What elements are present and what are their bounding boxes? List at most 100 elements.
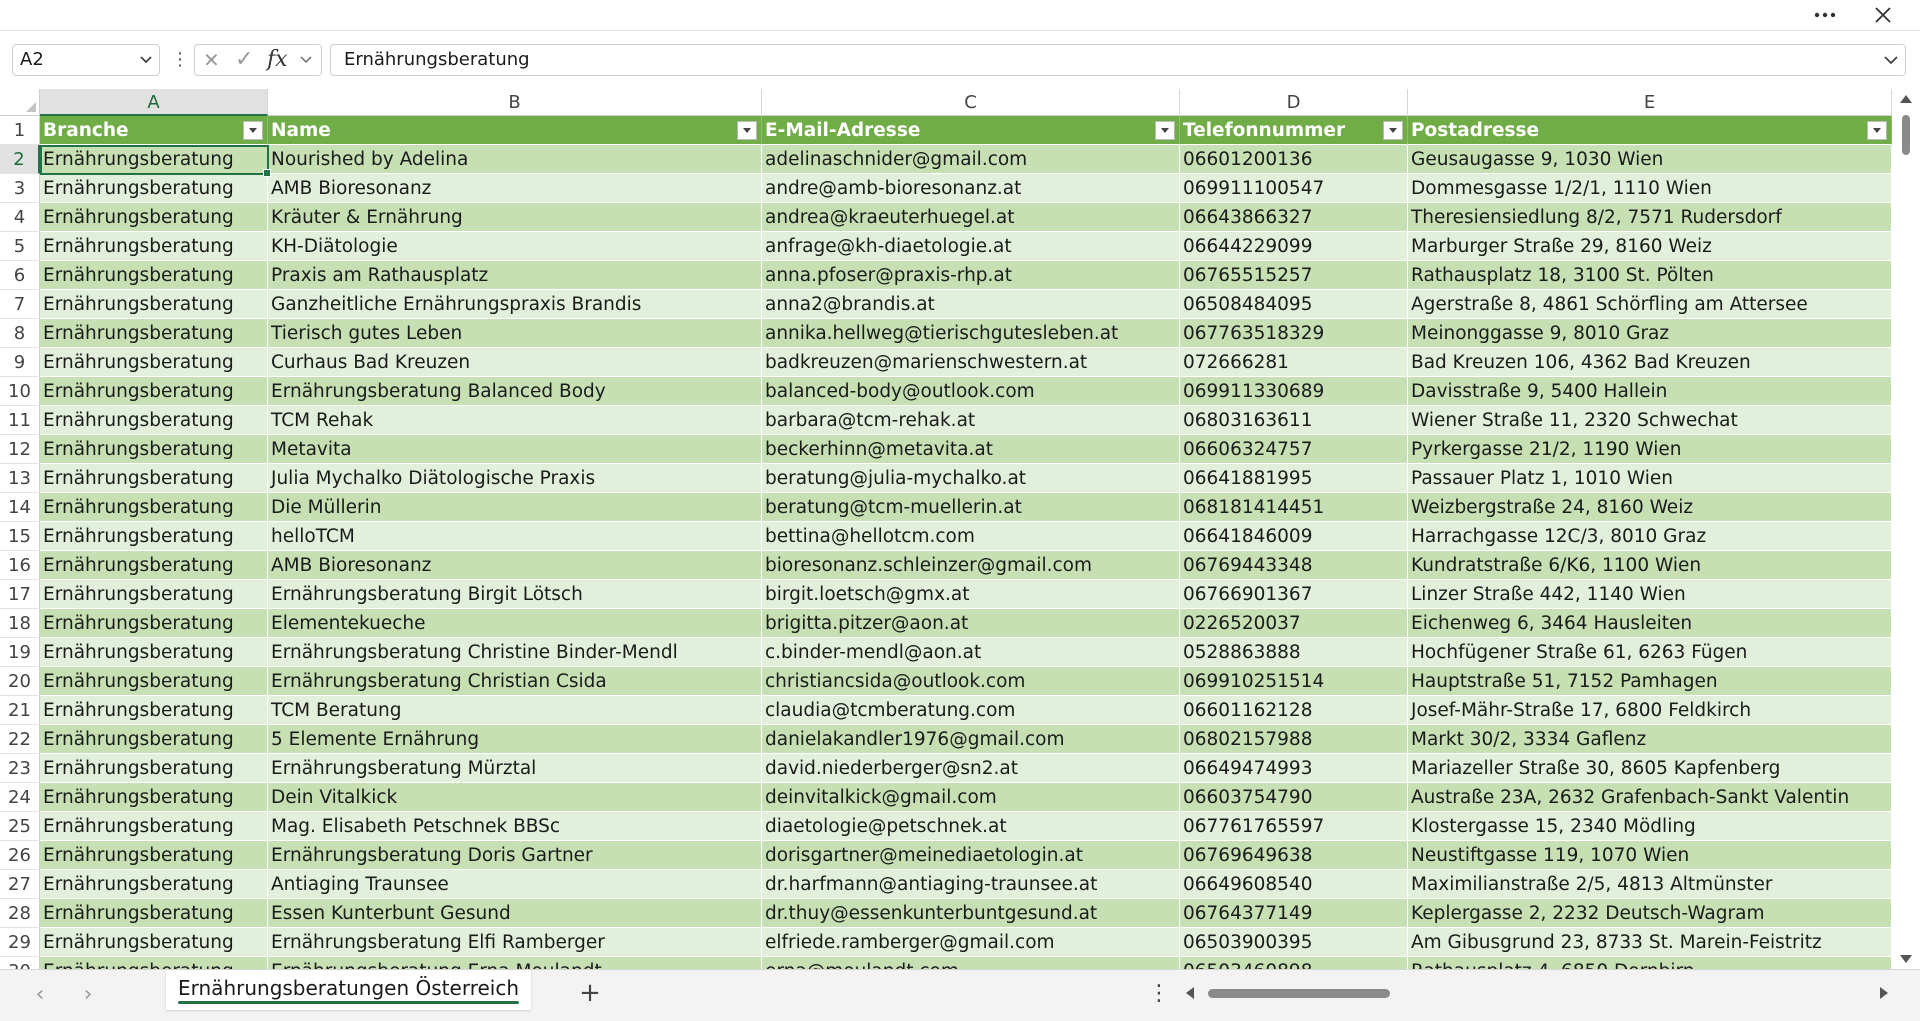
table-cell[interactable]: beratung@julia-mychalko.at xyxy=(762,464,1180,493)
table-cell[interactable]: Markt 30/2, 3334 Gaflenz xyxy=(1408,725,1892,754)
table-cell[interactable]: Ernährungsberatung xyxy=(40,841,268,870)
table-header-cell[interactable]: E-Mail-Adresse xyxy=(762,116,1180,145)
table-cell[interactable]: TCM Rehak xyxy=(268,406,762,435)
filter-dropdown-icon[interactable] xyxy=(1867,121,1887,140)
table-cell[interactable]: Eichenweg 6, 3464 Hausleiten xyxy=(1408,609,1892,638)
row-header[interactable]: 9 xyxy=(0,348,40,377)
table-cell[interactable]: Ernährungsberatung xyxy=(40,290,268,319)
row-header[interactable]: 22 xyxy=(0,725,40,754)
table-cell[interactable]: KH-Diätologie xyxy=(268,232,762,261)
close-button[interactable] xyxy=(1860,0,1906,30)
row-header[interactable]: 27 xyxy=(0,870,40,899)
table-cell[interactable]: Geusaugasse 9, 1030 Wien xyxy=(1408,145,1892,174)
table-cell[interactable]: Curhaus Bad Kreuzen xyxy=(268,348,762,377)
table-cell[interactable]: Ernährungsberatung xyxy=(40,754,268,783)
table-cell[interactable]: Ernährungsberatung xyxy=(40,609,268,638)
vertical-scroll-thumb[interactable] xyxy=(1902,115,1910,155)
table-cell[interactable]: Hauptstraße 51, 7152 Pamhagen xyxy=(1408,667,1892,696)
scroll-down-icon[interactable] xyxy=(1900,955,1912,963)
filter-dropdown-icon[interactable] xyxy=(1383,121,1403,140)
table-cell[interactable]: Ernährungsberatung xyxy=(40,957,268,969)
row-header[interactable]: 25 xyxy=(0,812,40,841)
table-cell[interactable]: Ernährungsberatung xyxy=(40,696,268,725)
table-cell[interactable]: balanced-body@outlook.com xyxy=(762,377,1180,406)
table-cell[interactable]: Mag. Elisabeth Petschnek BBSc xyxy=(268,812,762,841)
table-cell[interactable]: Marburger Straße 29, 8160 Weiz xyxy=(1408,232,1892,261)
table-cell[interactable]: 06765515257 xyxy=(1180,261,1408,290)
table-cell[interactable]: Ernährungsberatung Elfi Ramberger xyxy=(268,928,762,957)
table-cell[interactable]: TCM Beratung xyxy=(268,696,762,725)
table-cell[interactable]: Ernährungsberatung Mürztal xyxy=(268,754,762,783)
table-cell[interactable]: Ernährungsberatung Balanced Body xyxy=(268,377,762,406)
table-cell[interactable]: danielakandler1976@gmail.com xyxy=(762,725,1180,754)
table-cell[interactable]: 0528863888 xyxy=(1180,638,1408,667)
table-cell[interactable]: Praxis am Rathausplatz xyxy=(268,261,762,290)
table-cell[interactable]: Ernährungsberatung xyxy=(40,464,268,493)
table-cell[interactable]: Am Gibusgrund 23, 8733 St. Marein-Feistr… xyxy=(1408,928,1892,957)
row-header[interactable]: 3 xyxy=(0,174,40,203)
table-cell[interactable]: Ernährungsberatung xyxy=(40,406,268,435)
table-cell[interactable]: Davisstraße 9, 5400 Hallein xyxy=(1408,377,1892,406)
table-cell[interactable]: Rathausplatz 18, 3100 St. Pölten xyxy=(1408,261,1892,290)
table-cell[interactable]: 06769649638 xyxy=(1180,841,1408,870)
table-cell[interactable]: Ernährungsberatung xyxy=(40,377,268,406)
table-cell[interactable]: Ernährungsberatung xyxy=(40,145,268,174)
table-cell[interactable]: c.binder-mendl@aon.at xyxy=(762,638,1180,667)
table-cell[interactable]: 06503460898 xyxy=(1180,957,1408,969)
table-cell[interactable]: Maximilianstraße 2/5, 4813 Altmünster xyxy=(1408,870,1892,899)
table-cell[interactable]: Ernährungsberatung xyxy=(40,232,268,261)
table-cell[interactable]: Ernährungsberatung xyxy=(40,522,268,551)
table-cell[interactable]: Harrachgasse 12C/3, 8010 Graz xyxy=(1408,522,1892,551)
row-header[interactable]: 20 xyxy=(0,667,40,696)
row-header[interactable]: 30 xyxy=(0,957,40,969)
table-cell[interactable]: Ernährungsberatung Christine Binder-Mend… xyxy=(268,638,762,667)
table-cell[interactable]: 069910251514 xyxy=(1180,667,1408,696)
table-cell[interactable]: Ernährungsberatung xyxy=(40,435,268,464)
chevron-down-icon[interactable] xyxy=(139,45,153,75)
vertical-scrollbar[interactable] xyxy=(1892,89,1920,969)
table-header-cell[interactable]: Branche xyxy=(40,116,268,145)
scroll-right-icon[interactable] xyxy=(1880,987,1888,999)
table-cell[interactable]: Dommesgasse 1/2/1, 1110 Wien xyxy=(1408,174,1892,203)
table-cell[interactable]: Ernährungsberatung Doris Gartner xyxy=(268,841,762,870)
table-cell[interactable]: Tierisch gutes Leben xyxy=(268,319,762,348)
table-cell[interactable]: badkreuzen@marienschwestern.at xyxy=(762,348,1180,377)
table-cell[interactable]: barbara@tcm-rehak.at xyxy=(762,406,1180,435)
table-cell[interactable]: andre@amb-bioresonanz.at xyxy=(762,174,1180,203)
row-header[interactable]: 17 xyxy=(0,580,40,609)
table-cell[interactable]: 0226520037 xyxy=(1180,609,1408,638)
table-cell[interactable]: Ernährungsberatung xyxy=(40,493,268,522)
table-cell[interactable]: annika.hellweg@tierischgutesleben.at xyxy=(762,319,1180,348)
select-all-corner[interactable] xyxy=(0,89,40,116)
table-cell[interactable]: Pyrkergasse 21/2, 1190 Wien xyxy=(1408,435,1892,464)
table-cell[interactable]: Hochfügener Straße 61, 6263 Fügen xyxy=(1408,638,1892,667)
row-header[interactable]: 28 xyxy=(0,899,40,928)
column-header-c[interactable]: C xyxy=(762,89,1180,116)
table-cell[interactable]: Nourished by Adelina xyxy=(268,145,762,174)
table-cell[interactable]: Ernährungsberatung xyxy=(40,261,268,290)
table-cell[interactable]: 06649474993 xyxy=(1180,754,1408,783)
table-cell[interactable]: Kundratstraße 6/K6, 1100 Wien xyxy=(1408,551,1892,580)
table-cell[interactable]: Neustiftgasse 119, 1070 Wien xyxy=(1408,841,1892,870)
table-cell[interactable]: beratung@tcm-muellerin.at xyxy=(762,493,1180,522)
row-header[interactable]: 16 xyxy=(0,551,40,580)
table-cell[interactable]: 06641881995 xyxy=(1180,464,1408,493)
table-cell[interactable]: Ernährungsberatung xyxy=(40,783,268,812)
formula-input[interactable]: Ernährungsberatung xyxy=(330,44,1906,76)
table-cell[interactable]: Die Müllerin xyxy=(268,493,762,522)
expand-formula-icon[interactable] xyxy=(1883,45,1899,75)
row-header[interactable]: 7 xyxy=(0,290,40,319)
row-header[interactable]: 5 xyxy=(0,232,40,261)
table-cell[interactable]: Josef-Mähr-Straße 17, 6800 Feldkirch xyxy=(1408,696,1892,725)
row-header[interactable]: 29 xyxy=(0,928,40,957)
table-cell[interactable]: birgit.loetsch@gmx.at xyxy=(762,580,1180,609)
table-cell[interactable]: 06508484095 xyxy=(1180,290,1408,319)
table-cell[interactable]: dr.harfmann@antiaging-traunsee.at xyxy=(762,870,1180,899)
previous-sheet-button[interactable]: ‹ xyxy=(26,982,54,1008)
sheet-tab-active[interactable]: Ernährungsberatungen Österreich xyxy=(166,970,532,1010)
sheet-options-icon[interactable]: ⋮ xyxy=(1148,980,1170,1008)
chevron-down-icon[interactable] xyxy=(299,45,313,82)
table-cell[interactable]: Ernährungsberatung xyxy=(40,812,268,841)
table-cell[interactable]: beckerhinn@metavita.at xyxy=(762,435,1180,464)
table-cell[interactable]: 06764377149 xyxy=(1180,899,1408,928)
